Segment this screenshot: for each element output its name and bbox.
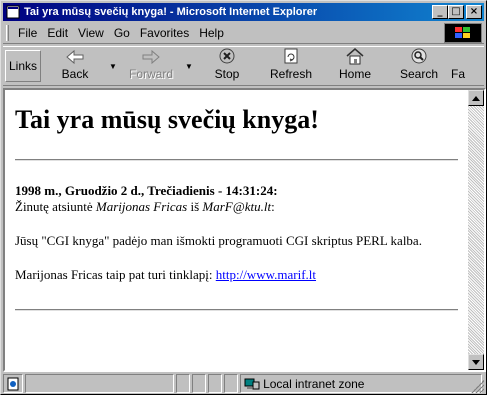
status-pane xyxy=(176,374,191,393)
scroll-up-button[interactable] xyxy=(468,90,484,106)
stop-label: Stop xyxy=(214,67,240,81)
search-icon xyxy=(411,48,427,64)
back-dropdown-icon[interactable]: ▼ xyxy=(107,47,119,85)
back-arrow-icon xyxy=(66,49,84,65)
refresh-icon xyxy=(284,48,298,64)
resize-grip[interactable] xyxy=(471,380,484,393)
favorites-button[interactable]: Fa xyxy=(451,47,473,85)
homepage-link[interactable]: http://www.marif.lt xyxy=(216,267,316,282)
minimize-button[interactable]: _ xyxy=(432,5,448,19)
menu-view[interactable]: View xyxy=(73,26,109,40)
entry-date: 1998 m., Gruodžio 2 d., Trečiadienis - 1… xyxy=(15,183,278,198)
back-label: Back xyxy=(61,67,89,81)
menu-help[interactable]: Help xyxy=(194,26,229,40)
zone-label: Local intranet zone xyxy=(263,376,365,391)
forward-button[interactable]: Forward xyxy=(119,47,183,85)
refresh-button[interactable]: Refresh xyxy=(259,47,323,85)
menu-edit[interactable]: Edit xyxy=(42,26,73,40)
arrow-up-icon xyxy=(472,95,480,101)
vertical-scrollbar[interactable] xyxy=(468,90,484,370)
sender-name: Marijonas Fricas xyxy=(95,199,188,214)
divider xyxy=(15,309,458,311)
status-pane xyxy=(208,374,223,393)
stop-button[interactable]: Stop xyxy=(195,47,259,85)
toolbar: Links Back ▼ Forward ▼ Stop Refresh Home… xyxy=(3,46,484,86)
forward-dropdown-icon[interactable]: ▼ xyxy=(183,47,195,85)
homepage-line: Marijonas Fricas taip pat turi tinklapį:… xyxy=(15,267,458,283)
sender-prefix: Žinutę atsiuntė xyxy=(15,199,93,214)
status-pane xyxy=(192,374,207,393)
stop-icon xyxy=(219,48,235,64)
home-label: Home xyxy=(338,67,371,81)
window-title: Tai yra mūsų svečių knyga! - Microsoft I… xyxy=(24,6,318,18)
home-button[interactable]: Home xyxy=(323,47,387,85)
status-pane xyxy=(224,374,239,393)
forward-label: Forward xyxy=(128,67,173,81)
search-label: Search xyxy=(399,67,439,81)
scroll-down-button[interactable] xyxy=(468,354,484,370)
page-heading: Tai yra mūsų svečių knyga! xyxy=(15,105,319,134)
menu-file[interactable]: File xyxy=(13,26,42,40)
ie-page-icon xyxy=(5,5,21,19)
status-bar: Local intranet zone xyxy=(3,374,484,393)
divider xyxy=(15,159,458,161)
sender-suffix: : xyxy=(271,199,275,214)
maximize-button[interactable]: □ xyxy=(448,5,464,19)
refresh-label: Refresh xyxy=(269,67,313,81)
forward-arrow-icon xyxy=(142,49,160,65)
entry-message: Jūsų "CGI knyga" padėjo man išmokti prog… xyxy=(15,233,422,248)
page-viewport[interactable]: Tai yra mūsų svečių knyga! 1998 m., Gruo… xyxy=(3,88,486,372)
intranet-zone-icon xyxy=(244,378,260,389)
page-content: Tai yra mūsų svečių knyga! 1998 m., Gruo… xyxy=(5,90,468,370)
sender-email: MarF@ktu.lt xyxy=(202,199,272,214)
home-icon xyxy=(346,48,364,65)
arrow-down-icon xyxy=(472,359,480,365)
links-button[interactable]: Links xyxy=(5,50,41,82)
zone-panel: Local intranet zone xyxy=(240,374,483,393)
search-button[interactable]: Search xyxy=(387,47,451,85)
windows-logo-icon xyxy=(444,23,482,43)
favorites-label: Fa xyxy=(451,67,466,81)
homepage-prefix: Marijonas Fricas taip pat turi tinklapį: xyxy=(15,267,213,282)
menu-go[interactable]: Go xyxy=(109,26,135,40)
menu-grip[interactable] xyxy=(6,24,9,41)
close-button[interactable]: × xyxy=(466,5,482,19)
back-button[interactable]: Back xyxy=(43,47,107,85)
title-bar[interactable]: Tai yra mūsų svečių knyga! - Microsoft I… xyxy=(3,3,484,21)
status-text xyxy=(24,374,175,393)
browser-window: Tai yra mūsų svečių knyga! - Microsoft I… xyxy=(0,0,487,395)
sender-mid: iš xyxy=(190,199,200,214)
entry-sender-line: Žinutę atsiuntė Marijonas Fricas iš MarF… xyxy=(15,199,458,215)
menu-favorites[interactable]: Favorites xyxy=(135,26,194,40)
page-status-icon xyxy=(3,374,23,393)
menu-bar: File Edit View Go Favorites Help xyxy=(3,22,484,44)
